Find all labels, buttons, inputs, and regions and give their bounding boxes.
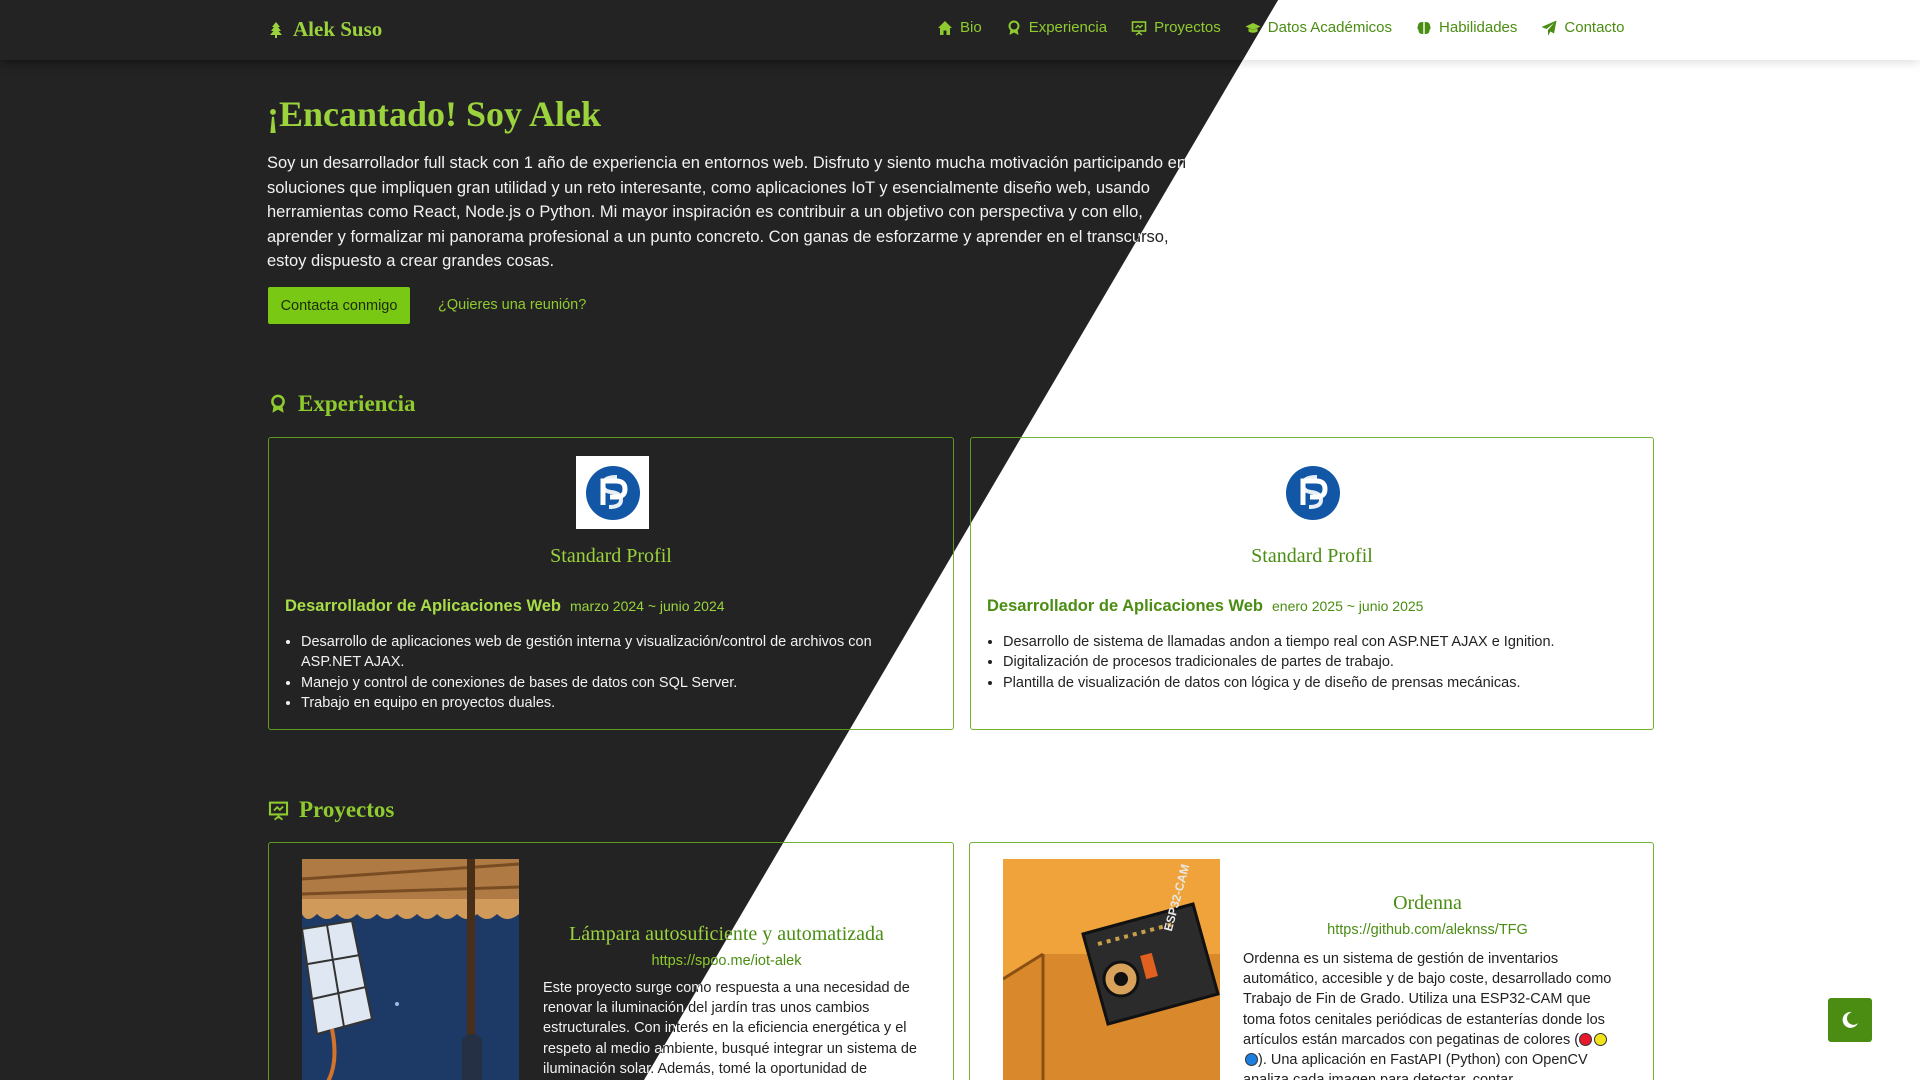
presentation-icon [268, 801, 289, 820]
graduation-cap-icon [1245, 22, 1261, 33]
role-title: Desarrollador de Aplicaciones Web [285, 597, 562, 615]
nav-bio-label: Bio [960, 19, 982, 36]
project-card-2: ESP32-CAM Ordenna https://github.com/ale… [969, 842, 1654, 1080]
hero-title: ¡Encantado! Soy Alek [267, 94, 602, 134]
nav-experiencia[interactable]: Experiencia [1006, 19, 1107, 36]
blue-sticker-dot [1245, 1053, 1258, 1067]
experience-bullets: Desarrollo de sistema de llamadas andon … [1003, 632, 1633, 693]
experience-section-title: Experiencia [268, 391, 416, 417]
role-dates: marzo 2024 ~ junio 2024 [570, 598, 725, 614]
brand-name: Alek Suso [293, 17, 383, 41]
award-icon [271, 394, 285, 413]
description-part-1: Ordenna es un sistema de gestión de inve… [1243, 951, 1612, 1048]
project-link[interactable]: https://github.com/aleknss/TFG [1240, 922, 1615, 938]
nav-habilidades[interactable]: Habilidades [1416, 19, 1517, 36]
project-image-solar-lamp [302, 859, 519, 1080]
nav-experiencia-label: Experiencia [1028, 19, 1108, 36]
nav-datos-academicos[interactable]: Datos Académicos [1245, 19, 1392, 36]
award-icon [1008, 20, 1020, 35]
nav-contacto-label: Contacto [1564, 19, 1625, 36]
company-name: Standard Profil [1251, 545, 1373, 567]
role-line: Desarrollador de Aplicaciones Web enero … [987, 597, 1423, 616]
experience-card-2: Standard Profil Desarrollador de Aplicac… [970, 437, 1654, 730]
nav-proyectos-label: Proyectos [1154, 19, 1221, 36]
role-dates: enero 2025 ~ junio 2025 [1272, 598, 1424, 614]
nav-proyectos[interactable]: Proyectos [1131, 19, 1221, 36]
bullet-item: Digitalización de procesos tradicionales… [1003, 652, 1633, 672]
bullet-item: Manejo y control de conexiones de bases … [301, 673, 921, 693]
sp-logo-icon [1285, 465, 1340, 520]
red-sticker-dot [1579, 1032, 1593, 1046]
nav-bio[interactable]: Bio [937, 19, 982, 36]
role-title: Desarrollador de Aplicaciones Web [987, 597, 1264, 615]
bullet-item: Plantilla de visualización de datos con … [1003, 673, 1633, 693]
nav-contacto[interactable]: Contacto [1541, 19, 1624, 36]
brain-icon [1417, 21, 1431, 34]
tree-icon [270, 21, 282, 38]
project-image-esp32-cam: ESP32-CAM [1003, 859, 1220, 1080]
experience-bullets: Desarrollo de aplicaciones web de gestió… [301, 632, 921, 713]
presentation-icon [1131, 20, 1147, 36]
nav-datos-academicos-label: Datos Académicos [1267, 19, 1393, 36]
contact-me-button[interactable]: Contacta conmigo [268, 287, 410, 324]
moon-icon [1842, 1011, 1858, 1028]
projects-section-title: Proyectos [268, 797, 394, 823]
company-logo [1276, 456, 1349, 529]
bullet-item: Desarrollo de sistema de llamadas andon … [1003, 632, 1633, 652]
yellow-sticker-dot [1594, 1032, 1608, 1046]
company-name: Standard Profil [550, 545, 672, 567]
company-logo [576, 456, 649, 529]
projects-title-text: Proyectos [299, 797, 395, 822]
hero-bio-text: Soy un desarrollador full stack con 1 añ… [267, 154, 1187, 270]
meeting-link[interactable]: ¿Quieres una reunión? [438, 297, 586, 313]
bullet-item: Desarrollo de aplicaciones web de gestió… [301, 632, 921, 673]
experience-title-text: Experiencia [298, 391, 416, 416]
brand-logo[interactable]: Alek Suso [268, 17, 382, 42]
project-description: Ordenna es un sistema de gestión de inve… [1243, 949, 1618, 1080]
experience-card-1: Standard Profil Desarrollador de Aplicac… [268, 437, 954, 730]
bullet-item: Trabajo en equipo en proyectos duales. [301, 693, 921, 713]
paper-plane-icon [1541, 20, 1557, 35]
description-part-2: ). Una aplicación en FastAPI (Python) co… [1243, 1052, 1588, 1080]
theme-toggle-button[interactable] [1828, 998, 1872, 1042]
sp-logo-icon [585, 465, 640, 520]
role-line: Desarrollador de Aplicaciones Web marzo … [285, 597, 725, 616]
nav-habilidades-label: Habilidades [1439, 19, 1518, 36]
project-title: Ordenna [1393, 892, 1462, 914]
home-icon [938, 20, 952, 35]
